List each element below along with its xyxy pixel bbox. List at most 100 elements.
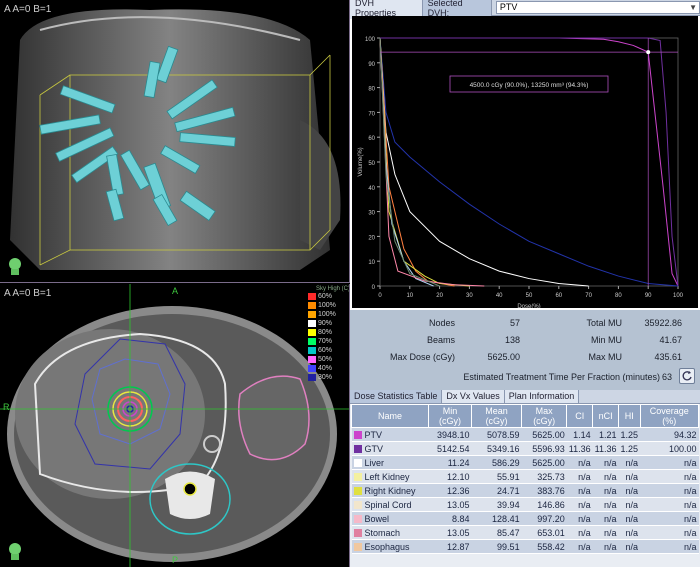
viewport-axial-label: A A=0 B=1 <box>4 288 51 299</box>
stomach-contour <box>238 375 310 461</box>
viewport-index-label: A=0 B=1 <box>12 4 52 15</box>
dose-cursor-marker <box>646 50 651 55</box>
isodose-level: 60% <box>318 293 333 300</box>
col-min[interactable]: Min (cGy) <box>427 404 473 428</box>
isodose-color-swatch <box>308 338 316 345</box>
y-tick-label: 10 <box>368 260 375 266</box>
refresh-button[interactable] <box>679 368 695 384</box>
max-dose-value: 5625.00 <box>487 352 520 362</box>
table-cell: 11.36 <box>592 441 619 456</box>
table-row[interactable]: Spinal Cord 13.05 39.94 146.86 n/a n/a n/a n/a <box>351 497 699 512</box>
col-hi[interactable]: HI <box>618 404 641 428</box>
liver-region <box>15 329 205 499</box>
table-cell: n/a <box>640 539 699 554</box>
table-cell: n/a <box>618 469 641 484</box>
isodose-level: 90% <box>318 320 333 327</box>
viewport-3d[interactable]: A A=0 B=1 <box>0 0 350 283</box>
col-max[interactable]: Max (cGy) <box>521 404 568 428</box>
table-cell: n/a <box>592 483 619 498</box>
y-tick-label: 90 <box>368 62 375 68</box>
plan-summary: Nodes 57 Total MU 35922.86 Beams 138 Min… <box>350 310 700 390</box>
treatment-time-label: Estimated Treatment Time Per Fraction (m… <box>463 372 660 382</box>
structure-color-swatch <box>353 542 362 551</box>
table-cell: 99.51 <box>471 539 522 554</box>
isodose-legend-item: 70% <box>308 337 349 346</box>
col-nci[interactable]: nCI <box>592 404 620 428</box>
dvh-plot-area[interactable]: 100 90 80 70 60 50 40 30 20 10 0 0 10 20 30 40 50 60 70 80 9… <box>352 16 698 310</box>
table-cell: n/a <box>618 525 641 540</box>
max-mu-value: 435.61 <box>654 352 682 362</box>
isodose-legend-item: 60% <box>308 292 349 301</box>
structure-color-swatch <box>353 430 362 439</box>
table-cell: 146.86 <box>521 497 567 512</box>
table-cell: 100.00 <box>640 441 699 456</box>
axial-ct-image[interactable] <box>0 284 350 567</box>
head-orientation-icon[interactable] <box>6 256 24 276</box>
table-row[interactable]: Right Kidney 12.36 24.71 383.76 n/a n/a n/a n/a <box>351 483 699 498</box>
refresh-icon <box>682 371 692 381</box>
table-cell: n/a <box>640 511 699 526</box>
x-tick-label: 30 <box>466 293 473 299</box>
table-header-row: Name Min (cGy) Mean (cGy) Max (cGy) CI n… <box>351 404 700 428</box>
isodose-level: 80% <box>318 329 333 336</box>
selected-dvh-dropdown[interactable]: PTV ▼ <box>495 1 700 14</box>
isodose-legend-item: 100% <box>308 310 349 319</box>
structure-name: Bowel <box>364 513 390 524</box>
tab-plan-information[interactable]: Plan Information <box>504 390 580 403</box>
table-cell: 24.71 <box>471 483 522 498</box>
table-row[interactable]: Left Kidney 12.10 55.91 325.73 n/a n/a n/a n/a <box>351 469 699 484</box>
min-mu-value: 41.67 <box>659 335 682 345</box>
table-cell: n/a <box>566 497 593 512</box>
col-coverage[interactable]: Coverage (%) <box>639 404 700 428</box>
dvh-tooltip-text: 4500.0 cGy (90.0%), 13250 mm³ (94.3%) <box>470 82 589 89</box>
head-orientation-icon[interactable] <box>6 541 24 561</box>
dvh-line-bowel <box>379 37 485 287</box>
isodose-color-swatch <box>308 320 316 327</box>
dose-statistics-panel: Dose Statistics Table Dx Vx Values Plan … <box>350 390 700 567</box>
table-cell: 5349.16 <box>471 441 522 456</box>
table-row[interactable]: Esophagus 12.87 99.51 558.42 n/a n/a n/a n/a <box>351 539 699 554</box>
isodose-color-swatch <box>308 329 316 336</box>
viewport-3d-render[interactable] <box>0 0 350 283</box>
table-row[interactable]: Bowel 8.84 128.41 997.20 n/a n/a n/a n/a <box>351 511 699 526</box>
table-row[interactable]: Liver 11.24 586.29 5625.00 n/a n/a n/a n/a <box>351 455 699 470</box>
dvh-line-gtv <box>380 37 679 287</box>
table-cell: 13.05 <box>428 497 472 512</box>
dvh-tabbar: DVH Properties Selected DVH: PTV ▼ <box>350 0 700 19</box>
orientation-left: R <box>3 402 10 412</box>
table-cell: n/a <box>618 483 641 498</box>
structure-name-cell: Liver <box>351 455 429 470</box>
tab-dx-vx-values[interactable]: Dx Vx Values <box>442 390 505 403</box>
isodose-legend: Sky High (C) 60% 100% 100% 90% 80% 70% 60% 50% 4… <box>308 286 349 382</box>
isodose-color-swatch <box>308 356 316 363</box>
table-row[interactable]: PTV 3948.10 5078.59 5625.00 1.14 1.21 1.25 94.3… <box>351 427 699 442</box>
isodose-color-swatch <box>308 347 316 354</box>
y-tick-label: 0 <box>372 285 376 291</box>
table-cell: n/a <box>592 497 619 512</box>
isodose-color-swatch <box>308 293 316 300</box>
structure-name-cell: Right Kidney <box>351 483 429 498</box>
table-cell: n/a <box>566 455 593 470</box>
table-cell: 586.29 <box>471 455 522 470</box>
viewport-tag: A <box>4 4 11 15</box>
y-tick-label: 60 <box>368 136 375 142</box>
tab-dose-statistics[interactable]: Dose Statistics Table <box>350 390 443 403</box>
dvh-line-left-kidney <box>379 37 455 287</box>
isodose-color-swatch <box>308 302 316 309</box>
table-row[interactable]: GTV 5142.54 5349.16 5596.93 11.36 11.36 1.25 10… <box>351 441 699 456</box>
dvh-line-right-kidney <box>379 37 470 287</box>
table-row[interactable]: Stomach 13.05 85.47 653.01 n/a n/a n/a n/a <box>351 525 699 540</box>
isodose-legend-item: 90% <box>308 319 349 328</box>
viewport-tag: A <box>4 288 11 299</box>
col-ci[interactable]: CI <box>566 404 594 428</box>
viewport-axial[interactable]: A A=0 B=1 A R P Sky High (C) 60% 100% 100%… <box>0 284 350 567</box>
col-mean[interactable]: Mean (cGy) <box>471 404 523 428</box>
col-name[interactable]: Name <box>351 404 429 428</box>
dvh-chart[interactable]: 10090807060504030201000 10 20 30 40 50 60 70 80 9… <box>352 16 698 310</box>
table-cell: n/a <box>592 539 619 554</box>
nodes-value: 57 <box>509 318 520 328</box>
y-tick-label: 80 <box>368 87 375 93</box>
isodose-level: 40% <box>318 365 333 372</box>
table-cell: n/a <box>592 455 619 470</box>
min-mu-label: Min MU <box>591 335 622 345</box>
